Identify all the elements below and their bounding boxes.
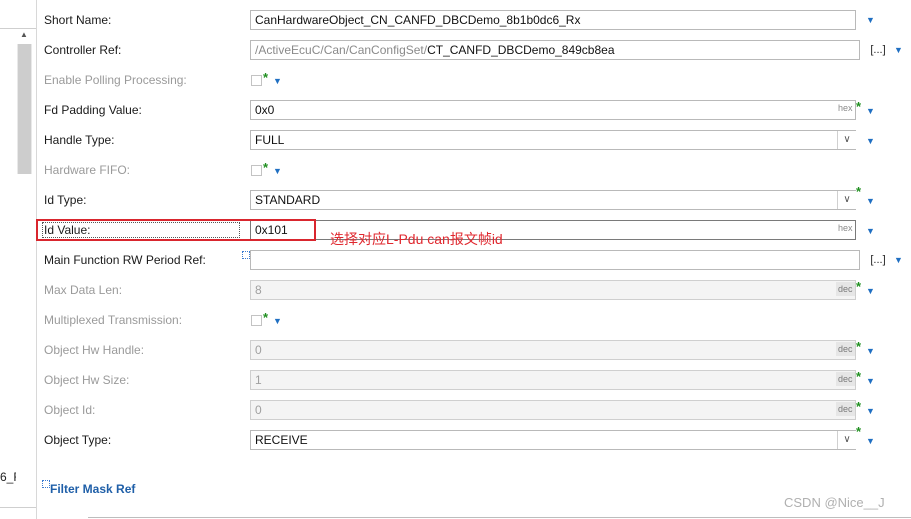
object-hw-size-modified-marker: *: [856, 369, 862, 384]
id-value-menu-icon[interactable]: ▼: [866, 226, 875, 236]
hardware-fifo-modified-marker: *: [263, 160, 269, 175]
main-function-rw-period-ref-label: Main Function RW Period Ref:: [44, 253, 206, 267]
bottom-divider: [88, 517, 911, 518]
main-function-ref-browse-button[interactable]: [...]: [868, 250, 888, 270]
id-value-highlight-box: [36, 219, 316, 241]
object-id-menu-icon[interactable]: ▼: [866, 406, 875, 416]
id-type-modified-marker: *: [856, 184, 862, 199]
max-data-len-modified-marker: *: [856, 279, 862, 294]
controller-ref-path: /ActiveEcuC/Can/CanConfigSet/: [255, 43, 428, 57]
id-type-select[interactable]: STANDARD: [250, 190, 856, 210]
object-hw-handle-label: Object Hw Handle:: [44, 343, 145, 357]
controller-ref-input[interactable]: /ActiveEcuC/Can/CanConfigSet/CT_CANFD_DB…: [250, 40, 860, 60]
hardware-fifo-checkbox[interactable]: [251, 165, 262, 176]
vertical-scrollbar-thumb[interactable]: [18, 44, 31, 174]
object-hw-size-menu-icon[interactable]: ▼: [866, 376, 875, 386]
object-type-dropdown-icon[interactable]: ∨: [837, 431, 856, 449]
id-type-label: Id Type:: [44, 193, 87, 207]
max-data-len-menu-icon[interactable]: ▼: [866, 286, 875, 296]
fd-padding-format: hex: [838, 103, 853, 113]
object-type-modified-marker: *: [856, 424, 862, 439]
max-data-len-input[interactable]: 8: [250, 280, 856, 300]
scroll-up-arrow-icon[interactable]: ▲: [16, 28, 32, 42]
fd-padding-input[interactable]: 0x0: [250, 100, 856, 120]
hardware-fifo-menu-icon[interactable]: ▼: [273, 166, 282, 176]
object-hw-handle-menu-icon[interactable]: ▼: [866, 346, 875, 356]
object-hw-handle-modified-marker: *: [856, 339, 862, 354]
object-id-input[interactable]: 0: [250, 400, 856, 420]
multiplexed-transmission-menu-icon[interactable]: ▼: [273, 316, 282, 326]
short-name-input[interactable]: CanHardwareObject_CN_CANFD_DBCDemo_8b1b0…: [250, 10, 856, 30]
controller-ref-browse-button[interactable]: [...]: [868, 40, 888, 60]
object-id-label: Object Id:: [44, 403, 96, 417]
object-type-label: Object Type:: [44, 433, 112, 447]
handle-type-select[interactable]: FULL: [250, 130, 856, 150]
controller-ref-value: CT_CANFD_DBCDemo_849cb8ea: [427, 43, 615, 57]
fd-padding-menu-icon[interactable]: ▼: [866, 106, 875, 116]
object-hw-size-format: dec: [836, 372, 855, 386]
filter-mask-ref-section-title[interactable]: Filter Mask Ref: [50, 480, 135, 498]
object-hw-size-input[interactable]: 1: [250, 370, 856, 390]
handle-type-dropdown-icon[interactable]: ∨: [837, 131, 856, 149]
object-id-format: dec: [836, 402, 855, 416]
left-panel-header: [0, 0, 36, 29]
filter-mask-ref-icon: [42, 480, 50, 488]
main-function-rw-period-ref-input[interactable]: [250, 250, 860, 270]
object-type-select[interactable]: RECEIVE: [250, 430, 856, 450]
left-panel-divider: [0, 507, 36, 508]
annotation-note: 选择对应L-Pdu can报文帧id: [330, 231, 503, 247]
short-name-menu-icon[interactable]: ▼: [866, 15, 875, 25]
id-type-dropdown-icon[interactable]: ∨: [837, 191, 856, 209]
reference-link-icon: [242, 251, 250, 259]
main-function-ref-menu-icon[interactable]: ▼: [894, 255, 903, 265]
object-id-modified-marker: *: [856, 399, 862, 414]
object-type-menu-icon[interactable]: ▼: [866, 436, 875, 446]
controller-ref-menu-icon[interactable]: ▼: [894, 45, 903, 55]
max-data-len-label: Max Data Len:: [44, 283, 123, 297]
controller-ref-label: Controller Ref:: [44, 43, 122, 57]
max-data-len-format: dec: [836, 282, 855, 296]
multiplexed-transmission-modified-marker: *: [263, 310, 269, 325]
enable-polling-label: Enable Polling Processing:: [44, 73, 187, 87]
handle-type-label: Handle Type:: [44, 133, 115, 147]
object-hw-size-label: Object Hw Size:: [44, 373, 130, 387]
fd-padding-modified-marker: *: [856, 99, 862, 114]
enable-polling-modified-marker: *: [263, 70, 269, 85]
multiplexed-transmission-checkbox[interactable]: [251, 315, 262, 326]
enable-polling-menu-icon[interactable]: ▼: [273, 76, 282, 86]
hardware-fifo-label: Hardware FIFO:: [44, 163, 131, 177]
tree-item-fragment[interactable]: 6_F: [0, 470, 16, 486]
object-hw-handle-input[interactable]: 0: [250, 340, 856, 360]
handle-type-menu-icon[interactable]: ▼: [866, 136, 875, 146]
object-hw-handle-format: dec: [836, 342, 855, 356]
multiplexed-transmission-label: Multiplexed Transmission:: [44, 313, 183, 327]
watermark: CSDN @Nice__J: [784, 495, 885, 510]
id-type-menu-icon[interactable]: ▼: [866, 196, 875, 206]
fd-padding-label: Fd Padding Value:: [44, 103, 142, 117]
short-name-label: Short Name:: [44, 13, 112, 27]
enable-polling-checkbox[interactable]: [251, 75, 262, 86]
id-value-format: hex: [838, 223, 853, 233]
